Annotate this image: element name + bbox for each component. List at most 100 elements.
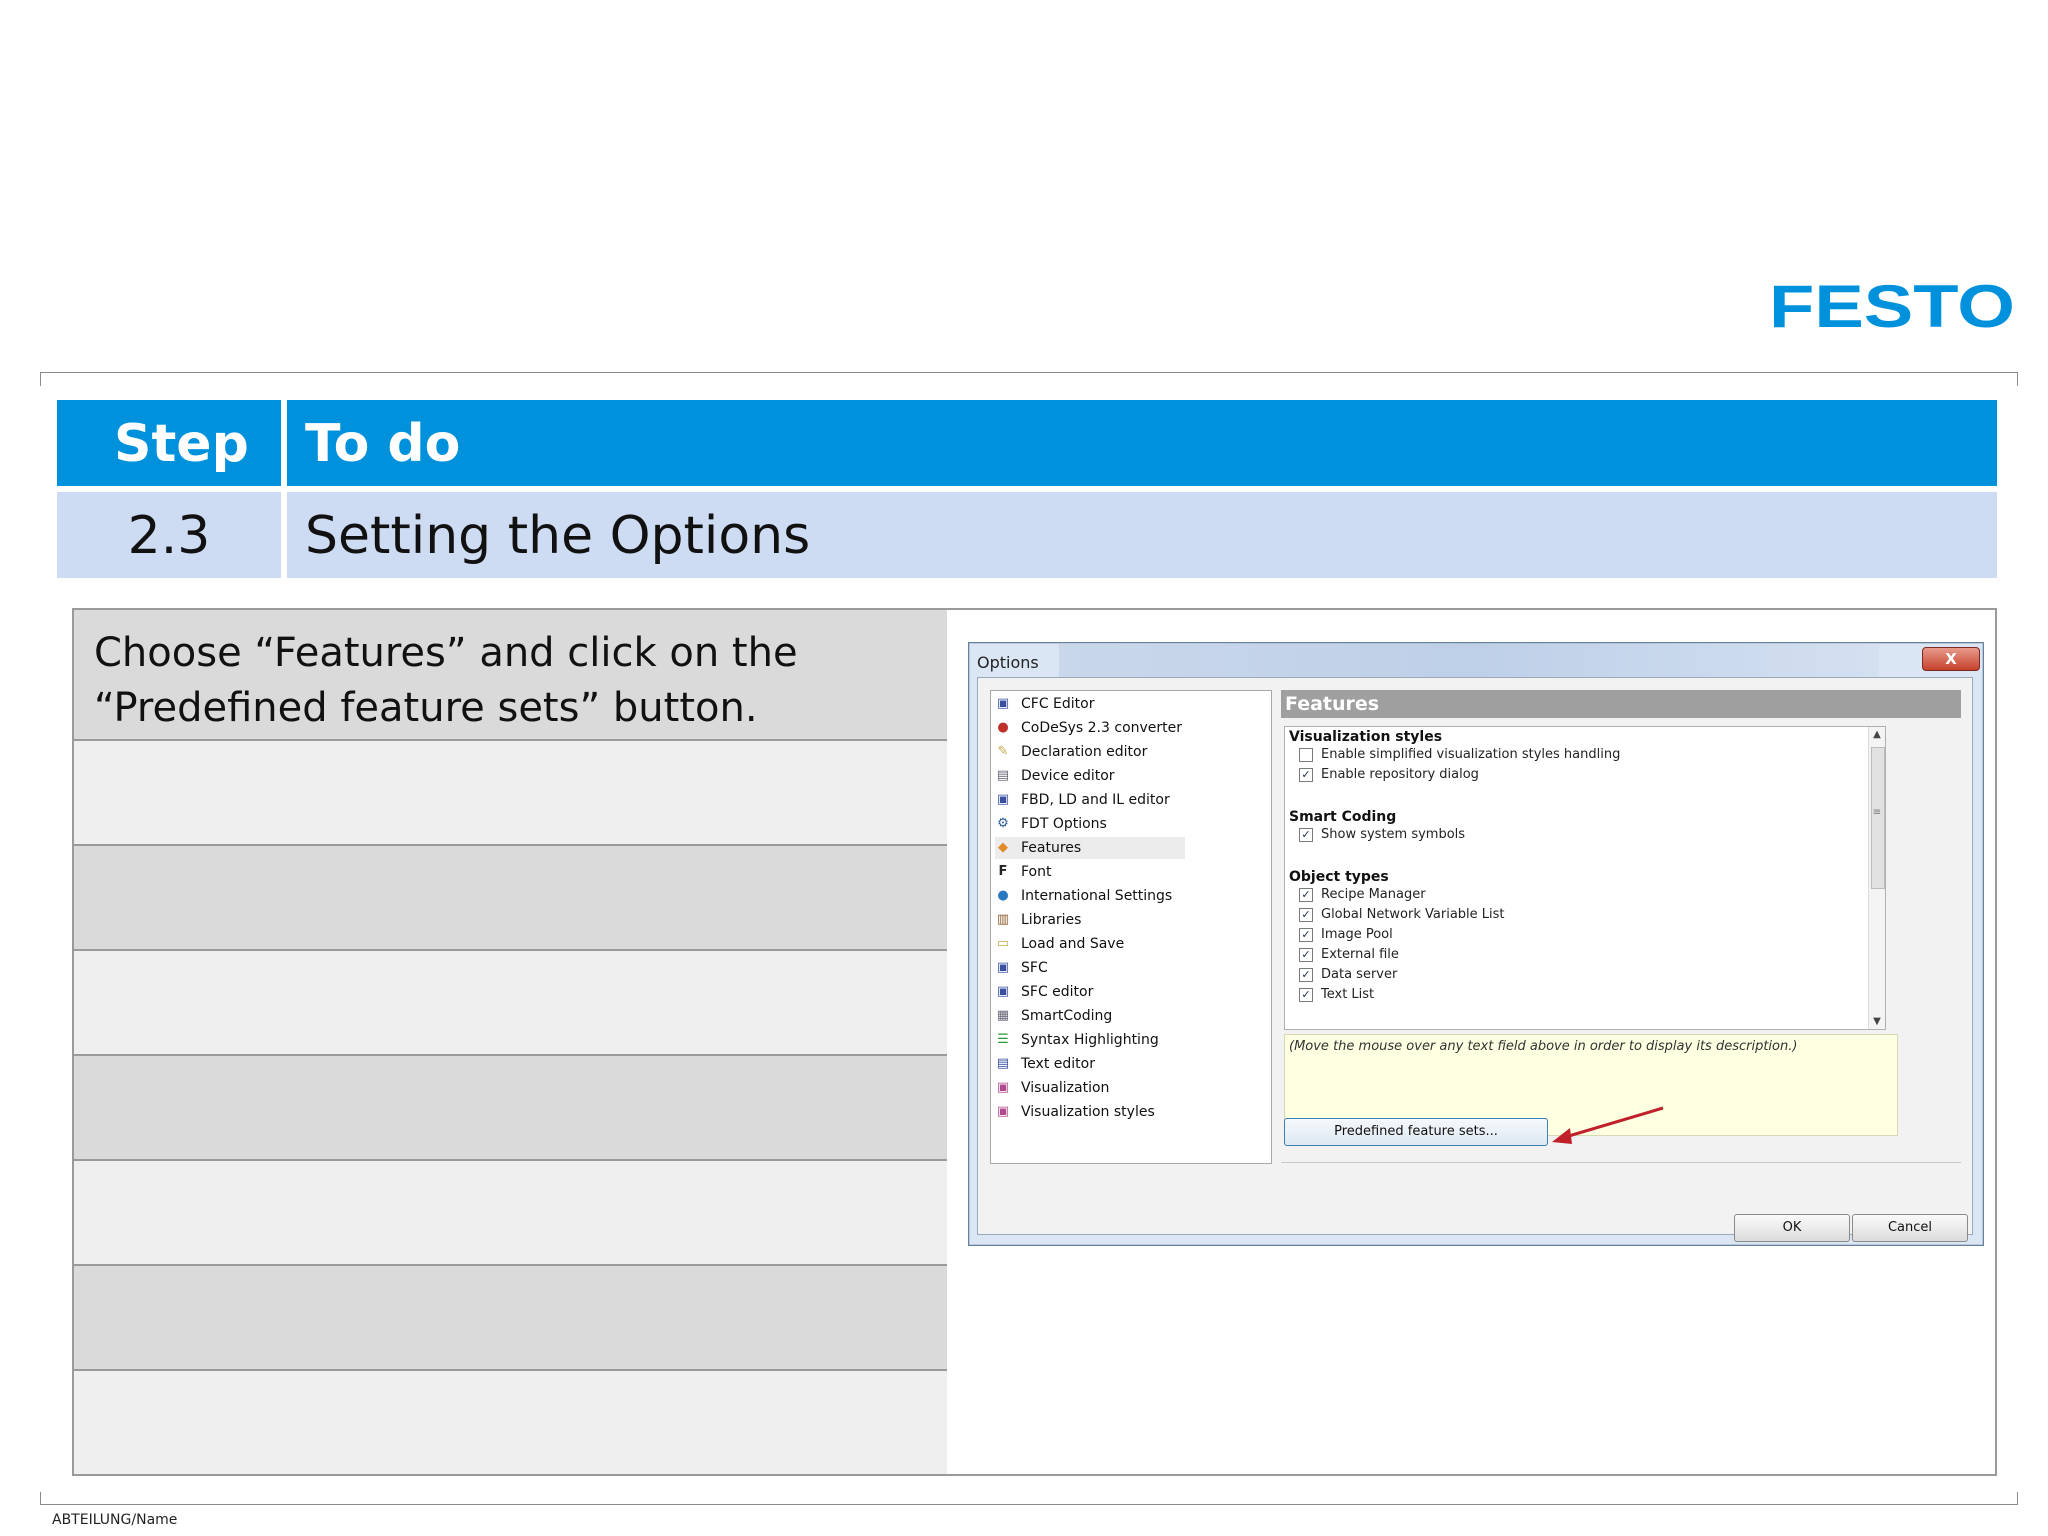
instruction-row	[74, 846, 948, 951]
section-smart-coding: Smart Coding	[1289, 809, 1397, 825]
option-image-pool[interactable]: ✓ Image Pool	[1299, 927, 1393, 942]
step-row-divider	[281, 492, 287, 578]
option-repository-dialog[interactable]: ✓ Enable repository dialog	[1299, 767, 1479, 782]
close-button[interactable]: X	[1922, 647, 1980, 671]
tree-item-label: SFC editor	[1021, 984, 1094, 1000]
cfc-icon: ▣	[996, 696, 1010, 711]
tree-item-fdt-options[interactable]: ⚙ FDT Options	[995, 813, 1107, 835]
tree-item-label: Visualization	[1021, 1080, 1110, 1096]
step-header: Step	[114, 414, 249, 474]
checkbox-checked[interactable]: ✓	[1299, 947, 1313, 962]
visualization-icon: ▣	[996, 1080, 1010, 1095]
tree-item-international-settings[interactable]: ● International Settings	[995, 885, 1172, 907]
features-icon: ◆	[998, 840, 1008, 855]
option-label: Data server	[1321, 967, 1398, 982]
option-simplified-vis-styles[interactable]: Enable simplified visualization styles h…	[1299, 747, 1620, 762]
instruction-row	[74, 1266, 948, 1371]
tree-item-smartcoding[interactable]: ▦ SmartCoding	[995, 1005, 1112, 1027]
predefined-feature-sets-button[interactable]: Predefined feature sets...	[1284, 1118, 1548, 1146]
checkbox-checked[interactable]: ✓	[1299, 987, 1313, 1002]
instruction-column: Choose “Features” and click on the “Pred…	[72, 608, 950, 1476]
syntax-icon: ☰	[997, 1032, 1009, 1047]
tree-item-label: Font	[1021, 864, 1052, 880]
tree-item-label: Load and Save	[1021, 936, 1125, 952]
device-icon: ▤	[996, 768, 1010, 783]
features-panel-title: Features	[1285, 693, 1380, 715]
checkbox-checked[interactable]: ✓	[1299, 907, 1313, 922]
step-number: 2.3	[127, 506, 211, 566]
tree-item-fbd-editor[interactable]: ▣ FBD, LD and IL editor	[995, 789, 1170, 811]
option-global-network-variable-list[interactable]: ✓ Global Network Variable List	[1299, 907, 1505, 922]
fdt-icon: ⚙	[997, 816, 1009, 831]
tree-item-visualization[interactable]: ▣ Visualization	[995, 1077, 1110, 1099]
tree-item-syntax-highlighting[interactable]: ☰ Syntax Highlighting	[995, 1029, 1159, 1051]
visualization-styles-icon: ▣	[996, 1104, 1010, 1119]
tree-item-load-and-save[interactable]: ▭ Load and Save	[995, 933, 1124, 955]
tree-item-label: SFC	[1021, 960, 1048, 976]
instruction-text: Choose “Features” and click on the “Pred…	[94, 630, 798, 731]
features-panel-header: Features	[1281, 690, 1961, 718]
tree-item-label: SmartCoding	[1021, 1008, 1113, 1024]
checkbox-checked[interactable]: ✓	[1299, 887, 1313, 902]
option-data-server[interactable]: ✓ Data server	[1299, 967, 1397, 982]
dialog-body: ▣ CFC Editor ● CoDeSys 2.3 converter ✎ Decl…	[977, 677, 1973, 1242]
globe-icon: ●	[997, 888, 1009, 903]
tree-item-codesys-converter[interactable]: ● CoDeSys 2.3 converter	[995, 717, 1182, 739]
scroll-thumb[interactable]	[1871, 747, 1885, 889]
tree-item-libraries[interactable]: ▥ Libraries	[995, 909, 1082, 931]
checkbox-checked[interactable]: ✓	[1299, 827, 1313, 842]
option-label: Image Pool	[1321, 927, 1393, 942]
scroll-down-icon[interactable]: ▼	[1869, 1016, 1885, 1027]
todo-header: To do	[305, 414, 461, 474]
description-text: (Move the mouse over any text field abov…	[1289, 1039, 1798, 1054]
tree-item-sfc[interactable]: ▣ SFC	[995, 957, 1048, 979]
option-label: Text List	[1321, 987, 1375, 1002]
header-divider	[281, 400, 287, 486]
cancel-button[interactable]: Cancel	[1852, 1214, 1968, 1242]
option-label: External file	[1321, 947, 1399, 962]
tree-item-visualization-styles[interactable]: ▣ Visualization styles	[995, 1101, 1155, 1123]
tree-item-declaration-editor[interactable]: ✎ Declaration editor	[995, 741, 1148, 763]
red-arrow-annotation	[1552, 1106, 1664, 1144]
scroll-up-icon[interactable]: ▲	[1869, 729, 1885, 740]
declaration-icon: ✎	[997, 744, 1009, 759]
font-icon: F	[998, 864, 1008, 879]
options-tree: ▣ CFC Editor ● CoDeSys 2.3 converter ✎ Decl…	[990, 690, 1272, 1164]
instruction-row	[74, 741, 948, 846]
smartcoding-icon: ▦	[996, 1008, 1010, 1023]
tree-item-features[interactable]: ◆ Features	[995, 837, 1185, 859]
option-show-system-symbols[interactable]: ✓ Show system symbols	[1299, 827, 1465, 842]
text-editor-icon: ▤	[996, 1056, 1010, 1071]
instruction-row	[74, 951, 948, 1056]
checkbox-checked[interactable]: ✓	[1299, 927, 1313, 942]
tree-item-cfc-editor[interactable]: ▣ CFC Editor	[995, 693, 1095, 715]
tree-item-label: Declaration editor	[1021, 744, 1148, 760]
instruction-row: Choose “Features” and click on the “Pred…	[74, 610, 948, 741]
checkbox-unchecked[interactable]	[1299, 747, 1313, 762]
option-external-file[interactable]: ✓ External file	[1299, 947, 1399, 962]
tree-item-font[interactable]: F Font	[995, 861, 1052, 883]
features-options-list: Visualization styles Enable simplified v…	[1284, 726, 1886, 1030]
tree-item-device-editor[interactable]: ▤ Device editor	[995, 765, 1115, 787]
step-title: Setting the Options	[305, 506, 811, 566]
dialog-title: Options	[977, 653, 1039, 672]
fbd-icon: ▣	[996, 792, 1010, 807]
ok-button[interactable]: OK	[1734, 1214, 1850, 1242]
svg-text:FESTO: FESTO	[1769, 282, 2015, 330]
tree-item-text-editor[interactable]: ▤ Text editor	[995, 1053, 1095, 1075]
option-text-list[interactable]: ✓ Text List	[1299, 987, 1374, 1002]
sfc-icon: ▣	[996, 960, 1010, 975]
option-recipe-manager[interactable]: ✓ Recipe Manager	[1299, 887, 1426, 902]
checkbox-checked[interactable]: ✓	[1299, 767, 1313, 782]
tree-item-sfc-editor[interactable]: ▣ SFC editor	[995, 981, 1094, 1003]
option-label: Show system symbols	[1321, 827, 1466, 842]
options-scrollbar[interactable]: ▲ ≡ ▼	[1868, 727, 1885, 1029]
checkbox-checked[interactable]: ✓	[1299, 967, 1313, 982]
tree-item-label: Libraries	[1021, 912, 1082, 928]
table-header: Step To do	[57, 400, 1997, 486]
libraries-icon: ▥	[996, 912, 1010, 927]
tree-item-label: CFC Editor	[1021, 696, 1095, 712]
tree-item-label: Syntax Highlighting	[1021, 1032, 1159, 1048]
tree-item-label: FDT Options	[1021, 816, 1107, 832]
tree-item-label: FBD, LD and IL editor	[1021, 792, 1170, 808]
